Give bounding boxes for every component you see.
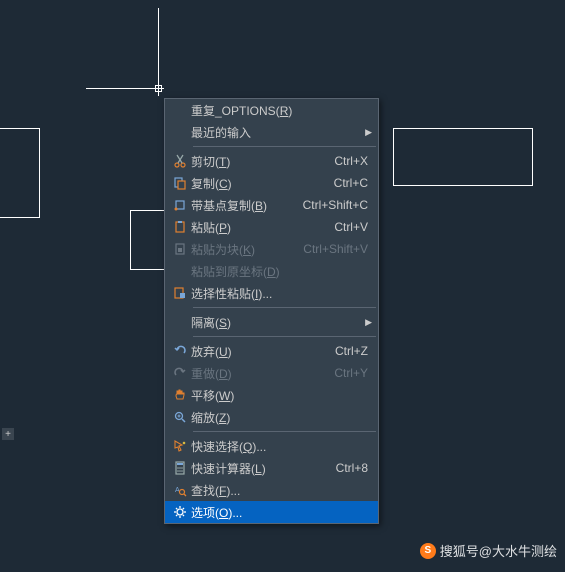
watermark-text: 搜狐号@大水牛测绘 xyxy=(440,541,557,560)
rectangle-shape xyxy=(0,128,40,218)
menu-item[interactable]: 隔离(S)▶ xyxy=(165,311,378,333)
menu-item[interactable]: 重复_OPTIONS(R) xyxy=(165,99,378,121)
menu-item[interactable]: 选择性粘贴(I)... xyxy=(165,282,378,304)
sohu-logo-icon: S xyxy=(420,543,436,559)
menu-item-shortcut: Ctrl+8 xyxy=(336,461,372,475)
menu-item: 重做(D)Ctrl+Y xyxy=(165,362,378,384)
menu-item-label: 选择性粘贴(I)... xyxy=(191,285,372,302)
menu-item[interactable]: 缩放(Z) xyxy=(165,406,378,428)
menu-item-label: 放弃(U) xyxy=(191,343,335,360)
options-icon xyxy=(169,505,191,519)
menu-item[interactable]: 带基点复制(B)Ctrl+Shift+C xyxy=(165,194,378,216)
menu-item-shortcut: Ctrl+Shift+C xyxy=(303,198,372,212)
undo-icon xyxy=(169,344,191,358)
pastespecial-icon xyxy=(169,286,191,300)
pasteblock-icon xyxy=(169,242,191,256)
rectangle-shape xyxy=(393,128,533,186)
cut-icon xyxy=(169,154,191,168)
paste-icon xyxy=(169,220,191,234)
zoom-icon xyxy=(169,410,191,424)
qselect-icon xyxy=(169,439,191,453)
menu-item: 粘贴到原坐标(D) xyxy=(165,260,378,282)
menu-item-shortcut: Ctrl+Shift+V xyxy=(303,242,372,256)
submenu-arrow-icon: ▶ xyxy=(365,317,372,328)
menu-item[interactable]: 复制(C)Ctrl+C xyxy=(165,172,378,194)
watermark: S 搜狐号@大水牛测绘 xyxy=(420,541,557,560)
crosshair-horizontal xyxy=(86,88,164,89)
menu-item-label: 平移(W) xyxy=(191,387,372,404)
menu-item-shortcut: Ctrl+Y xyxy=(334,366,372,380)
menu-item-label: 选项(O)... xyxy=(191,504,372,521)
menu-item-label: 粘贴为块(K) xyxy=(191,241,303,258)
redo-icon xyxy=(169,366,191,380)
menu-item[interactable]: A查找(F)... xyxy=(165,479,378,501)
menu-item-label: 重做(D) xyxy=(191,365,334,382)
submenu-arrow-icon: ▶ xyxy=(365,127,372,138)
find-icon: A xyxy=(169,483,191,497)
cursor-pickbox xyxy=(155,85,162,92)
menu-item[interactable]: 剪切(T)Ctrl+X xyxy=(165,150,378,172)
calc-icon xyxy=(169,461,191,475)
menu-item[interactable]: 最近的输入▶ xyxy=(165,121,378,143)
menu-item-label: 粘贴到原坐标(D) xyxy=(191,263,372,280)
menu-separator xyxy=(193,431,376,432)
menu-item-shortcut: Ctrl+Z xyxy=(335,344,372,358)
menu-item-shortcut: Ctrl+V xyxy=(334,220,372,234)
menu-item-label: 缩放(Z) xyxy=(191,409,372,426)
menu-item-label: 重复_OPTIONS(R) xyxy=(191,102,372,119)
menu-item[interactable]: 快速计算器(L)Ctrl+8 xyxy=(165,457,378,479)
menu-item-label: 剪切(T) xyxy=(191,153,334,170)
menu-item-shortcut: Ctrl+X xyxy=(334,154,372,168)
menu-item-shortcut: Ctrl+C xyxy=(334,176,372,190)
pan-icon xyxy=(169,388,191,402)
menu-item-label: 查找(F)... xyxy=(191,482,372,499)
copy-icon xyxy=(169,176,191,190)
add-tab-button[interactable]: + xyxy=(2,428,14,440)
context-menu: 重复_OPTIONS(R)最近的输入▶剪切(T)Ctrl+X复制(C)Ctrl+… xyxy=(164,98,379,524)
menu-item-label: 快速选择(Q)... xyxy=(191,438,372,455)
menu-item-label: 快速计算器(L) xyxy=(191,460,336,477)
menu-item-label: 带基点复制(B) xyxy=(191,197,303,214)
crosshair-vertical xyxy=(158,8,159,96)
menu-item: 粘贴为块(K)Ctrl+Shift+V xyxy=(165,238,378,260)
menu-item[interactable]: 选项(O)... xyxy=(165,501,378,523)
copybase-icon xyxy=(169,198,191,212)
menu-item-label: 隔离(S) xyxy=(191,314,372,331)
menu-separator xyxy=(193,336,376,337)
menu-item-label: 粘贴(P) xyxy=(191,219,334,236)
menu-item[interactable]: 平移(W) xyxy=(165,384,378,406)
menu-item-label: 最近的输入 xyxy=(191,124,372,141)
menu-item-label: 复制(C) xyxy=(191,175,334,192)
menu-item[interactable]: 粘贴(P)Ctrl+V xyxy=(165,216,378,238)
menu-separator xyxy=(193,307,376,308)
menu-item[interactable]: 快速选择(Q)... xyxy=(165,435,378,457)
menu-separator xyxy=(193,146,376,147)
menu-item[interactable]: 放弃(U)Ctrl+Z xyxy=(165,340,378,362)
